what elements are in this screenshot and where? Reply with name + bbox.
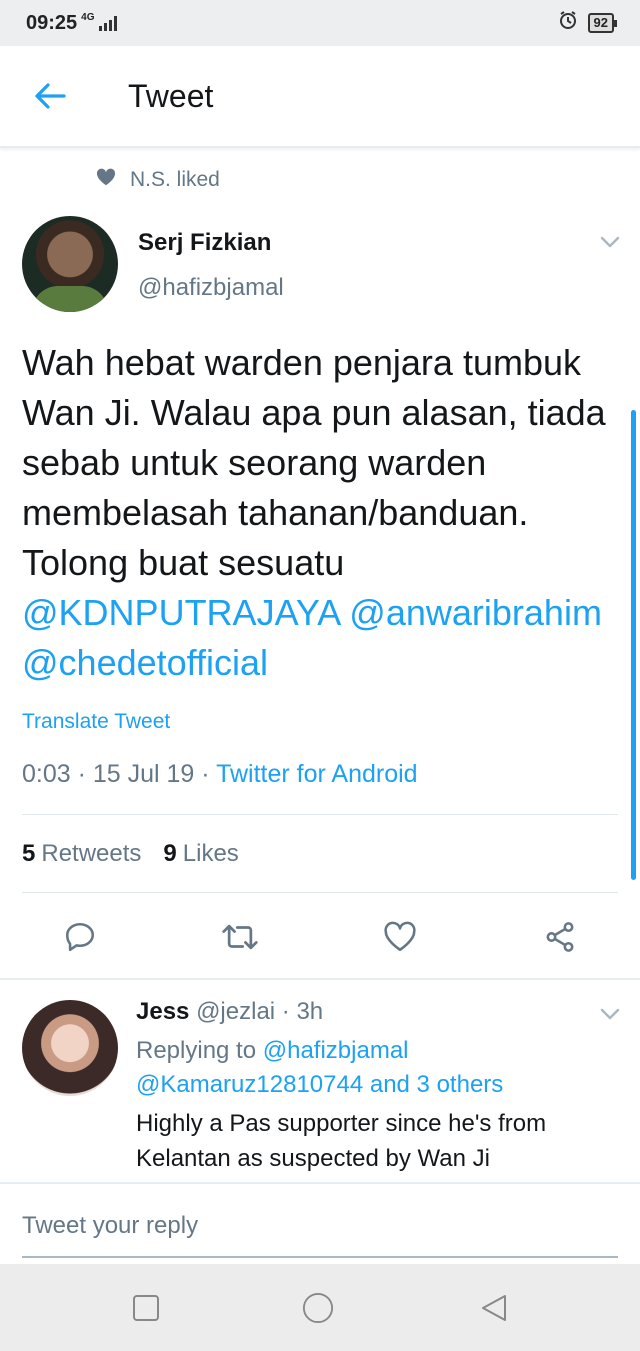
divider <box>22 814 618 815</box>
signal-icon <box>98 15 117 31</box>
replying-to: Replying to @hafizbjamal @Kamaruz1281074… <box>136 1034 616 1102</box>
page-title: Tweet <box>128 77 214 114</box>
retweet-label: Retweets <box>41 840 142 867</box>
retweet-icon[interactable] <box>218 915 262 959</box>
network-type: 4G <box>81 11 95 23</box>
alarm-icon <box>558 10 578 36</box>
liked-by-text: N.S. liked <box>130 168 220 191</box>
source-link[interactable]: Twitter for Android <box>216 760 417 788</box>
like-icon[interactable] <box>378 915 422 959</box>
system-nav-bar <box>0 1264 640 1351</box>
retweets-stat[interactable]: 5 Retweets <box>22 840 141 868</box>
heart-icon <box>96 168 116 192</box>
home-icon[interactable] <box>302 1292 334 1324</box>
retweet-count: 5 <box>22 840 36 867</box>
avatar[interactable] <box>22 216 118 312</box>
battery-icon: 92 <box>587 13 618 33</box>
mention-link[interactable]: @KDNPUTRAJAYA <box>22 592 339 633</box>
chevron-down-icon[interactable] <box>598 230 622 254</box>
engagement-stats: 5 Retweets 9 Likes <box>22 840 239 868</box>
section-divider <box>0 978 640 980</box>
reply-composer[interactable]: Tweet your reply <box>0 1182 640 1264</box>
reply-text: Highly a Pas supporter since he's from K… <box>136 1110 547 1172</box>
back-arrow-icon[interactable] <box>20 66 80 126</box>
author-name[interactable]: Serj Fizkian <box>138 229 271 257</box>
recents-icon[interactable] <box>130 1292 162 1324</box>
app-bar: Tweet <box>0 46 640 148</box>
timestamp: 0:03 · 15 Jul 19 · <box>22 760 217 788</box>
tweet-meta: 0:03 · 15 Jul 19 · Twitter for Android <box>22 760 418 789</box>
like-label: Likes <box>182 840 239 867</box>
translate-tweet-link[interactable]: Translate Tweet <box>22 710 170 734</box>
replying-more-link[interactable]: @Kamaruz12810744 and 3 others <box>136 1071 503 1098</box>
mention-link[interactable]: @anwaribrahim <box>349 592 602 633</box>
author-handle[interactable]: @hafizbjamal <box>138 274 284 302</box>
mention-link[interactable]: @chedetofficial <box>22 642 268 683</box>
tweet-text: Wah hebat warden penjara tumbuk Wan Ji. … <box>22 338 622 688</box>
divider <box>22 892 618 893</box>
reply-author-handle[interactable]: @jezlai <box>196 998 275 1025</box>
like-count: 9 <box>163 840 177 867</box>
reply-header: Jess @jezlai · 3h <box>136 998 323 1026</box>
likes-stat[interactable]: 9 Likes <box>163 840 238 868</box>
reply-author-name[interactable]: Jess <box>136 998 189 1025</box>
reply-time: · 3h <box>275 998 324 1025</box>
replying-prefix: Replying to <box>136 1037 263 1064</box>
input-underline <box>22 1256 618 1258</box>
status-time: 09:25 <box>26 11 78 34</box>
status-bar: 09:25 4G 92 <box>0 0 640 46</box>
reply-input[interactable]: Tweet your reply <box>22 1212 198 1240</box>
tweet-body: Wah hebat warden penjara tumbuk Wan Ji. … <box>22 342 606 583</box>
scrollbar[interactable] <box>631 410 636 880</box>
chevron-down-icon[interactable] <box>598 1002 622 1026</box>
tweet-actions <box>0 915 640 959</box>
social-context: N.S. liked <box>96 168 220 192</box>
back-icon[interactable] <box>478 1292 510 1324</box>
reply-icon[interactable] <box>58 915 102 959</box>
share-icon[interactable] <box>538 915 582 959</box>
replying-user-link[interactable]: @hafizbjamal <box>263 1037 409 1064</box>
reply-avatar[interactable] <box>22 1000 118 1096</box>
